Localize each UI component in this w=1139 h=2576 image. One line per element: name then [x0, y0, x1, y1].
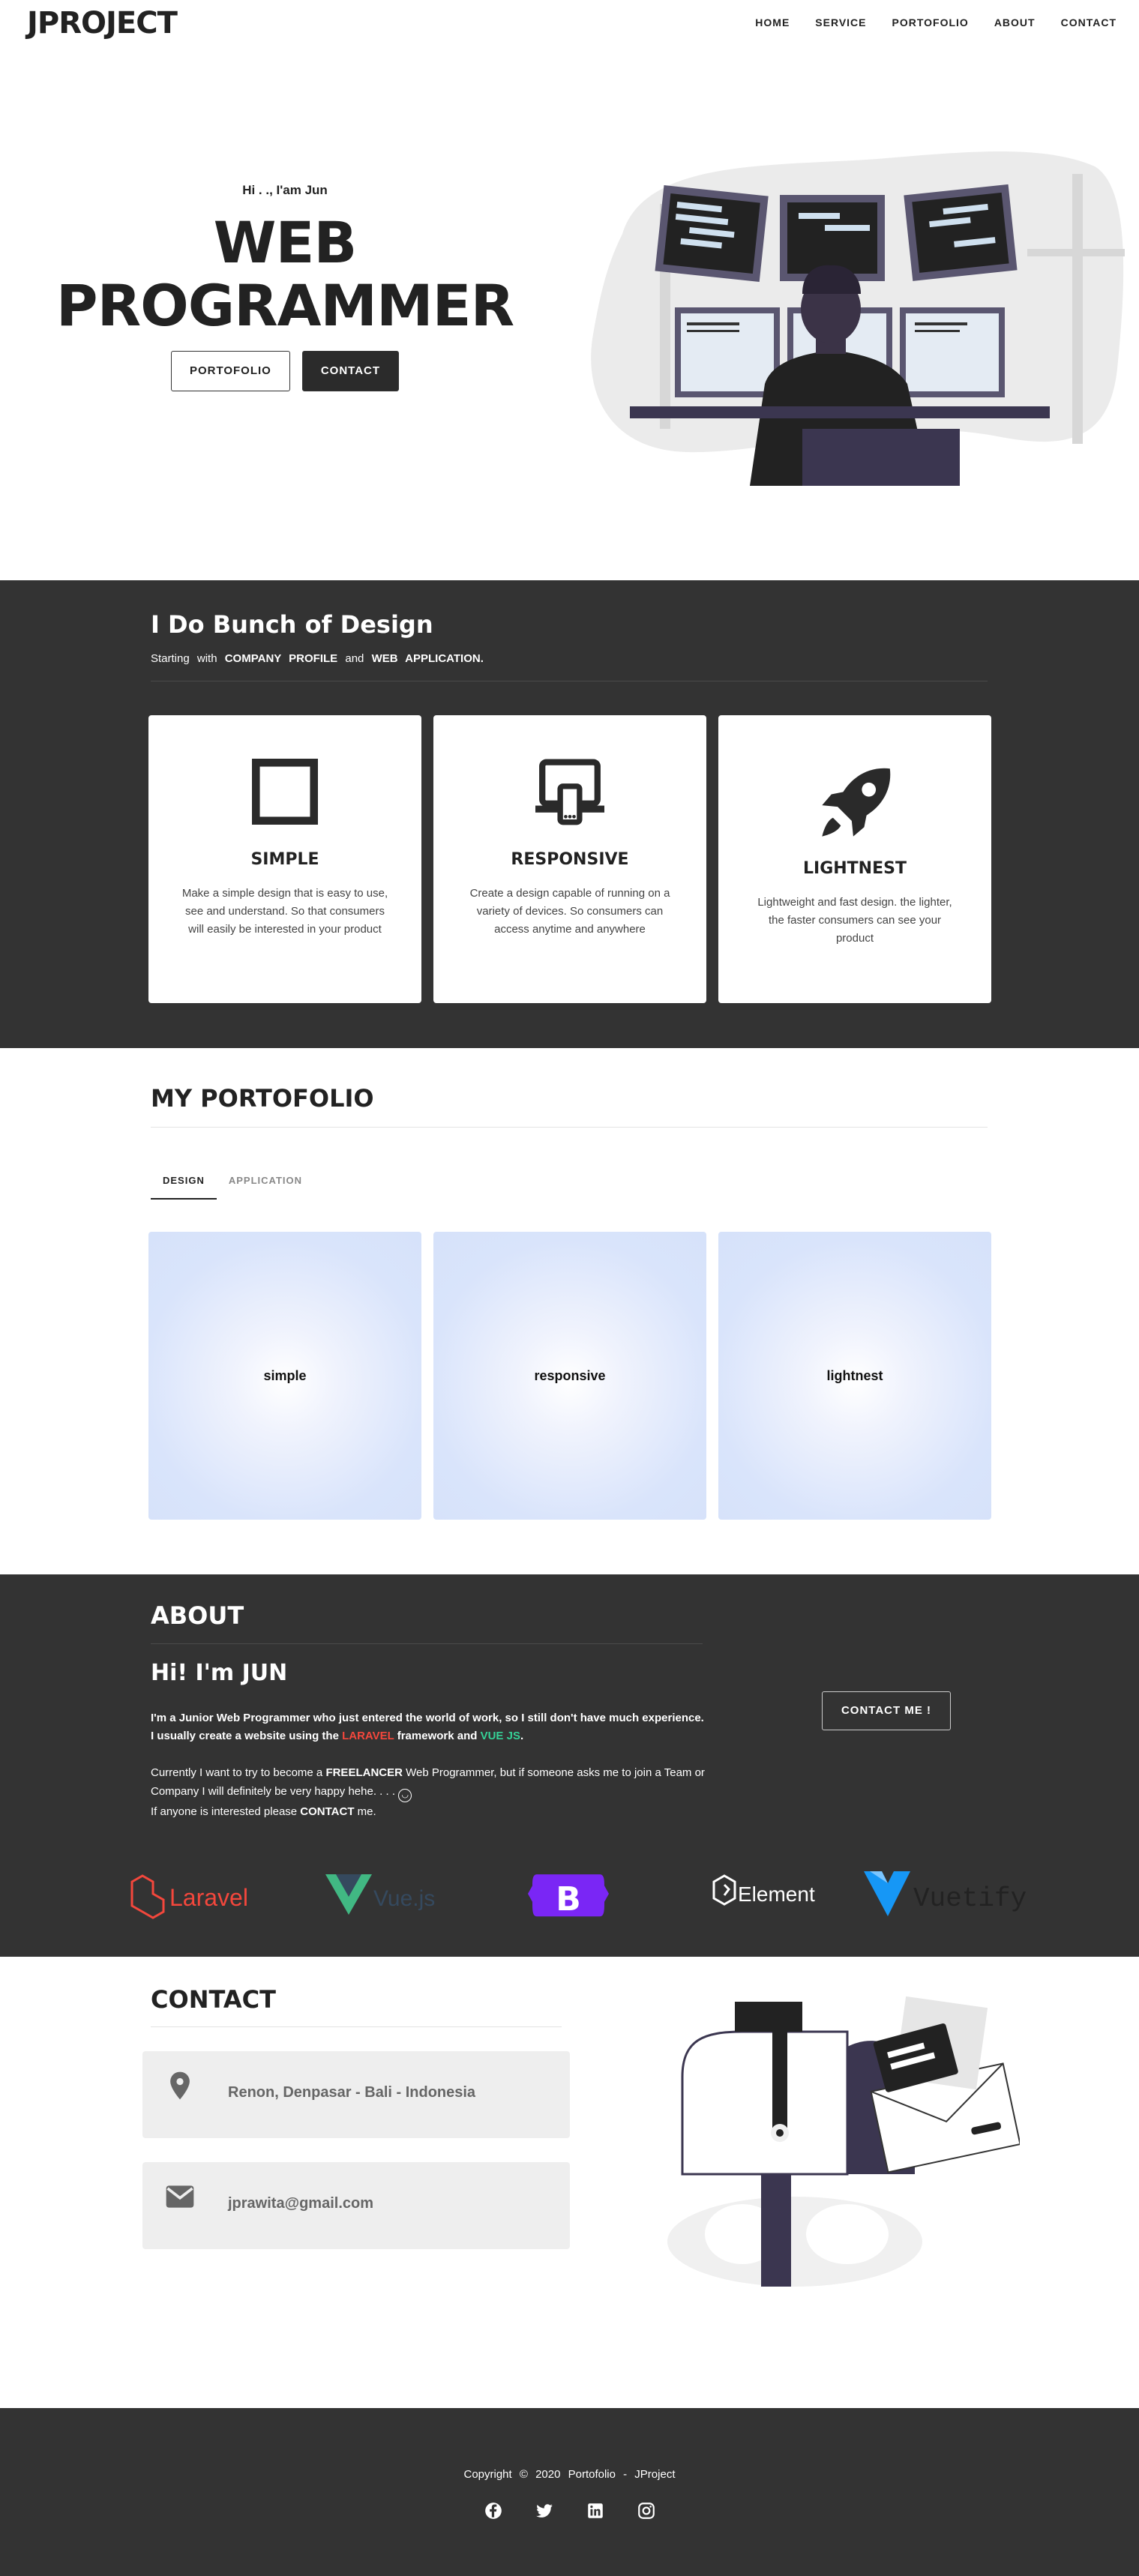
divider	[151, 1127, 988, 1128]
location-pin-icon	[170, 2071, 190, 2100]
services-section: I Do Bunch of Design Starting with COMPA…	[0, 580, 1139, 1048]
hero-buttons: PORTOFOLIO CONTACT	[45, 351, 525, 391]
card-text: Create a design capable of running on a …	[469, 887, 670, 936]
mail-icon	[166, 2185, 194, 2208]
services-title: I Do Bunch of Design	[151, 610, 433, 639]
devices-icon	[535, 759, 604, 825]
tab-application[interactable]: APPLICATION	[217, 1170, 314, 1200]
navbar: JPROJECT HOME SERVICE PORTOFOLIO ABOUT C…	[0, 0, 1139, 48]
svg-text:Element: Element	[738, 1883, 815, 1906]
sub-company-profile: COMPANY PROFILE	[224, 652, 338, 665]
smile-icon: ◡	[398, 1789, 412, 1802]
card-text: Make a simple design that is easy to use…	[181, 887, 388, 936]
logo[interactable]: JPROJECT	[27, 6, 178, 40]
svg-text:Vue.js: Vue.js	[373, 1886, 435, 1911]
vuetify-logo: Vuetify	[864, 1871, 1027, 1916]
about-text: framework and	[394, 1730, 481, 1742]
rocket-icon	[822, 768, 891, 837]
hero-text: Hi . ., I'am Jun WEB PROGRAMMER PORTOFOL…	[45, 183, 525, 391]
nav-menu: HOME SERVICE PORTOFOLIO ABOUT CONTACT	[755, 16, 1117, 28]
about-text: .	[520, 1730, 524, 1742]
contact-highlight: CONTACT	[300, 1805, 355, 1818]
service-card-simple: SIMPLE Make a simple design that is easy…	[148, 715, 421, 1003]
nav-portofolio[interactable]: PORTOFOLIO	[892, 16, 969, 28]
portfolio-item-simple[interactable]: simple	[148, 1232, 421, 1520]
address-text: Renon, Denpasar - Bali - Indonesia	[228, 2084, 476, 2101]
portfolio-title: MY PORTOFOLIO	[151, 1084, 374, 1113]
tab-design[interactable]: DESIGN	[151, 1170, 217, 1200]
facebook-icon[interactable]	[484, 2501, 503, 2521]
about-text: Currently I want to try to become a	[151, 1766, 326, 1779]
twitter-icon[interactable]	[535, 2501, 554, 2521]
vue-logo: Vue.js	[325, 1874, 435, 1915]
vue-highlight: VUE JS	[480, 1730, 520, 1742]
tech-logos: Laravel Vue.js B Element Vuetify	[130, 1871, 1027, 1919]
divider	[151, 1643, 703, 1644]
element-logo: Element	[712, 1874, 815, 1906]
about-section: ABOUT Hi! I'm JUN I'm a Junior Web Progr…	[0, 1574, 1139, 1957]
hero-title: WEB PROGRAMMER	[45, 211, 525, 337]
card-title: SIMPLE	[250, 850, 319, 869]
card-title: LIGHTNEST	[803, 859, 907, 878]
contact-button[interactable]: CONTACT	[301, 351, 400, 391]
bootstrap-logo: B	[528, 1874, 609, 1919]
address-box: Renon, Denpasar - Bali - Indonesia	[142, 2051, 570, 2138]
instagram-icon[interactable]	[637, 2501, 656, 2521]
nav-contact[interactable]: CONTACT	[1061, 16, 1117, 28]
about-text: If anyone is interested please	[151, 1805, 301, 1818]
laravel-highlight: LARAVEL	[342, 1730, 394, 1742]
divider	[151, 2026, 562, 2027]
email-text[interactable]: jprawita@gmail.com	[228, 2195, 373, 2212]
hero-greeting: Hi . ., I'am Jun	[242, 183, 328, 197]
mailbox-illustration	[667, 1996, 1020, 2287]
portfolio-item-lightnest[interactable]: lightnest	[718, 1232, 991, 1520]
svg-text:Laravel: Laravel	[169, 1884, 248, 1911]
contact-title: CONTACT	[151, 1985, 276, 2014]
sub-web-application: WEB APPLICATION	[371, 652, 481, 665]
contact-me-button[interactable]: CONTACT ME !	[822, 1691, 951, 1730]
sub-text: .	[480, 652, 484, 665]
about-text: me.	[354, 1805, 376, 1818]
service-card-lightnest: LIGHTNEST Lightweight and fast design. t…	[718, 715, 991, 1003]
about-heading: Hi! I'm JUN	[151, 1660, 288, 1686]
portfolio-tabs: DESIGN APPLICATION	[151, 1170, 314, 1200]
hero-title-line2: PROGRAMMER	[55, 272, 514, 339]
nav-home[interactable]: HOME	[755, 16, 790, 28]
laravel-logo: Laravel	[130, 1874, 248, 1919]
sub-text: Starting with	[151, 652, 217, 665]
svg-text:Vuetify: Vuetify	[913, 1883, 1027, 1914]
programmer-illustration	[591, 151, 1125, 486]
sub-text: and	[345, 652, 364, 665]
copyright-text: Copyright © 2020 Portofolio - JProject	[463, 2468, 676, 2481]
linkedin-icon[interactable]	[586, 2501, 605, 2521]
square-icon	[252, 759, 318, 825]
nav-about[interactable]: ABOUT	[994, 16, 1036, 28]
portfolio-button[interactable]: PORTOFOLIO	[170, 351, 290, 391]
card-title: RESPONSIVE	[511, 850, 629, 869]
about-paragraph-1: I'm a Junior Web Programmer who just ent…	[151, 1709, 706, 1745]
hero-title-line1: WEB	[213, 209, 358, 276]
portfolio-item-responsive[interactable]: responsive	[433, 1232, 706, 1520]
card-text: Lightweight and fast design. the lighter…	[757, 896, 952, 945]
footer: Copyright © 2020 Portofolio - JProject	[0, 2408, 1139, 2576]
social-links	[0, 2501, 1139, 2521]
email-box: jprawita@gmail.com	[142, 2162, 570, 2249]
about-title: ABOUT	[151, 1601, 244, 1630]
svg-text:B: B	[556, 1880, 581, 1919]
freelancer-highlight: FREELANCER	[325, 1766, 403, 1779]
services-subtitle: Starting with COMPANY PROFILE and WEB AP…	[151, 652, 484, 665]
service-card-responsive: RESPONSIVE Create a design capable of ru…	[433, 715, 706, 1003]
nav-service[interactable]: SERVICE	[815, 16, 866, 28]
about-paragraph-2: Currently I want to try to become a FREE…	[151, 1763, 706, 1821]
hero-section: Hi . ., I'am Jun WEB PROGRAMMER PORTOFOL…	[0, 48, 1139, 580]
